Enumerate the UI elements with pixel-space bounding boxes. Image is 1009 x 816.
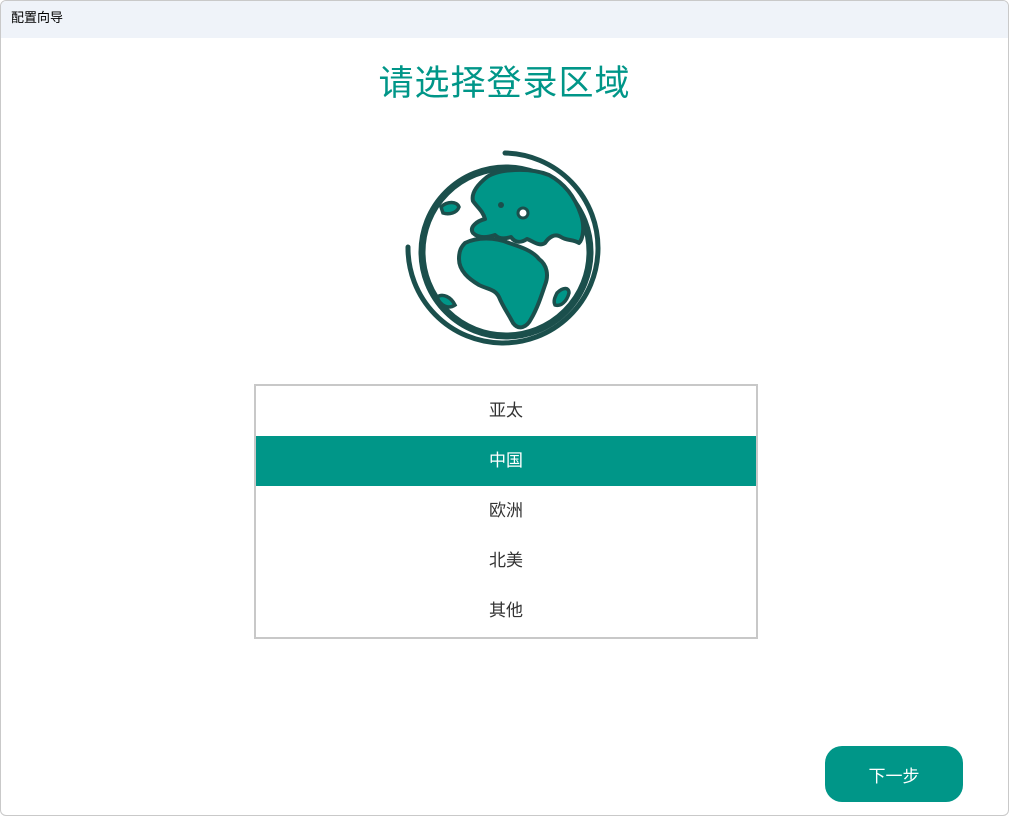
globe-island-west [438,200,461,216]
region-list: 亚太 中国 欧洲 北美 其他 [254,384,758,639]
region-item-china[interactable]: 中国 [256,436,756,486]
region-item-europe[interactable]: 欧洲 [256,486,756,536]
globe-island-small [516,206,530,220]
title-bar[interactable]: 配置向导 [1,1,1008,38]
globe-icon [405,150,601,346]
region-item-north-america[interactable]: 北美 [256,536,756,586]
next-step-button[interactable]: 下一步 [825,746,963,802]
region-item-other[interactable]: 其他 [256,586,756,636]
page-title: 请选择登录区域 [378,64,631,104]
globe-landmass-north [470,167,586,247]
config-wizard-window: 配置向导 请选择登录区域 亚太 中国 欧洲 北美 其他 下一步 [0,0,1009,816]
globe-island-dot [498,202,504,208]
region-item-asia-pacific[interactable]: 亚太 [256,386,756,436]
window-title: 配置向导 [11,11,64,26]
